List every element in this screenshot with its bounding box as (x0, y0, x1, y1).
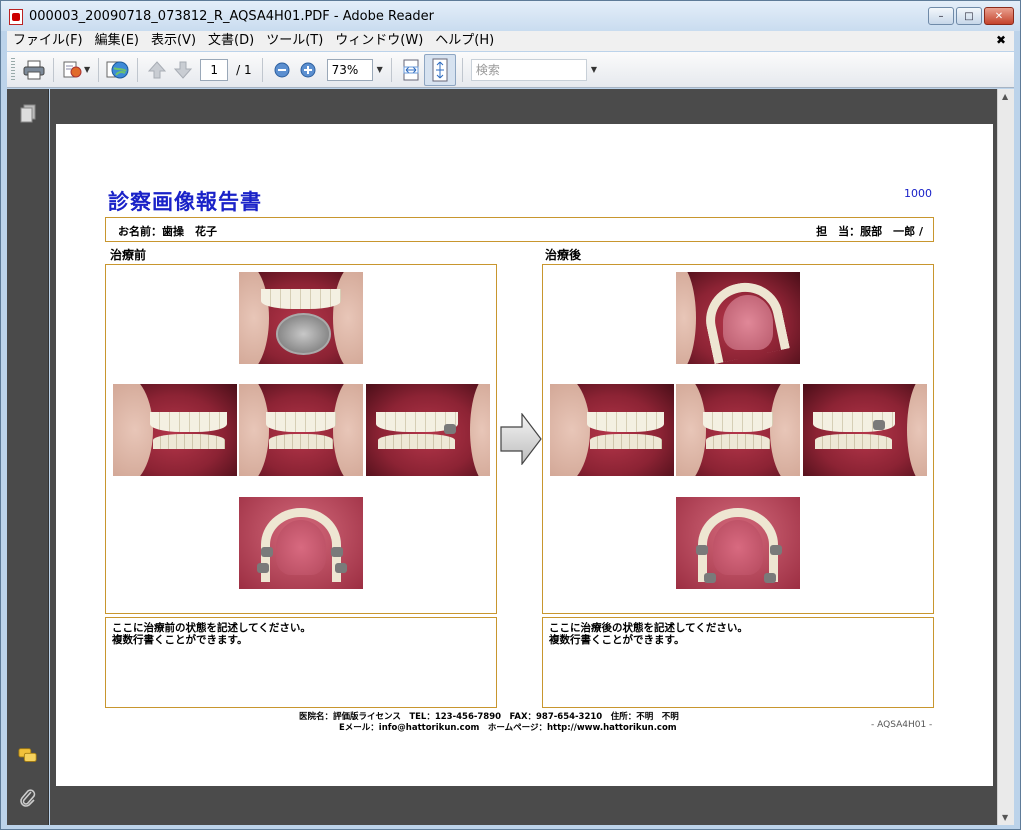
page-down-icon[interactable] (170, 57, 196, 83)
zoom-input[interactable]: 73% (326, 58, 373, 81)
before-lower-photo (239, 497, 363, 589)
page-up-icon[interactable] (144, 57, 170, 83)
before-note-line1: ここに治療前の状態を記述してください。 (112, 622, 311, 634)
zoom-dropdown-icon[interactable]: ▼ (377, 65, 383, 74)
before-note: ここに治療前の状態を記述してください。 複数行書くことができます。 (105, 617, 497, 708)
after-note: ここに治療後の状態を記述してください。 複数行書くことができます。 (542, 617, 934, 708)
pdf-page: 診察画像報告書 1000 お名前：歯操 花子 担 当：服部 一郎 / 治療前 治… (56, 124, 993, 786)
after-front-photo (676, 384, 800, 476)
report-title: 診察画像報告書 (108, 190, 262, 214)
toolbar-grip[interactable] (11, 57, 15, 82)
doctor-name: 担 当：服部 一郎 / (816, 225, 923, 238)
pages-icon[interactable] (18, 103, 38, 125)
toolbar-separator (137, 57, 139, 82)
after-note-line1: ここに治療後の状態を記述してください。 (549, 622, 748, 634)
before-upper-photo (239, 272, 363, 364)
patient-info-box: お名前：歯操 花子 担 当：服部 一郎 / (105, 217, 934, 242)
after-right-photo (550, 384, 674, 476)
toolbar: ▼ 1 / 1 73% ▼ 検索 ▼ (7, 52, 1014, 88)
before-left-photo (366, 384, 490, 476)
page-total: / 1 (236, 62, 252, 77)
search-dropdown-icon[interactable]: ▼ (591, 65, 597, 74)
menu-edit[interactable]: 編集(E) (89, 31, 145, 51)
before-right-photo (113, 384, 237, 476)
before-note-line2: 複数行書くことができます。 (112, 634, 248, 646)
print-icon[interactable] (21, 57, 47, 83)
fit-page-icon[interactable] (423, 53, 456, 86)
before-label: 治療前 (110, 248, 147, 262)
report-code: - AQSA4H01 - (871, 720, 933, 730)
vertical-scrollbar[interactable]: ▲ ▼ (997, 89, 1014, 825)
search-input[interactable]: 検索 (470, 58, 587, 81)
toolbar-separator (390, 57, 392, 82)
title-bar: 000003_20090718_073812_R_AQSA4H01.PDF - … (1, 1, 1020, 31)
globe-share-icon[interactable] (105, 57, 131, 83)
after-lower-photo (676, 497, 800, 589)
navigation-panel (7, 89, 49, 825)
patient-name: お名前：歯操 花子 (118, 225, 217, 238)
menu-document[interactable]: 文書(D) (202, 31, 260, 51)
chevron-down-icon[interactable]: ▼ (84, 65, 90, 74)
after-left-photo (803, 384, 927, 476)
app-window: 000003_20090718_073812_R_AQSA4H01.PDF - … (0, 0, 1021, 830)
pdf-icon (9, 9, 23, 25)
menu-file[interactable]: ファイル(F) (7, 31, 89, 51)
after-note-line2: 複数行書くことができます。 (549, 634, 685, 646)
scroll-down-icon[interactable]: ▼ (1002, 813, 1008, 822)
document-close-button[interactable]: ✖ (996, 33, 1006, 47)
menu-window[interactable]: ウィンドウ(W) (329, 31, 429, 51)
report-number: 1000 (904, 187, 932, 200)
after-label: 治療後 (545, 248, 582, 262)
page-number-input[interactable]: 1 (200, 58, 229, 81)
toolbar-separator (53, 57, 54, 82)
scroll-up-icon[interactable]: ▲ (1002, 92, 1008, 101)
after-photo-box (542, 264, 934, 614)
minimize-button[interactable]: – (928, 7, 954, 25)
comments-icon[interactable] (18, 745, 38, 767)
before-front-photo (239, 384, 363, 476)
attachment-icon[interactable] (18, 787, 38, 809)
window-title: 000003_20090718_073812_R_AQSA4H01.PDF - … (29, 9, 434, 24)
contact-info: Eメール：info@hattorikun.com ホームページ：http://w… (339, 723, 677, 733)
zoom-in-icon[interactable] (295, 57, 321, 83)
maximize-button[interactable]: □ (956, 7, 982, 25)
toolbar-separator (261, 57, 263, 82)
menu-help[interactable]: ヘルプ(H) (429, 31, 500, 51)
sign-icon[interactable] (60, 57, 86, 83)
toolbar-separator (461, 57, 463, 82)
before-photo-box (105, 264, 497, 614)
window-controls: – □ ✕ (928, 7, 1014, 25)
arrow-right-icon (500, 413, 542, 465)
menu-view[interactable]: 表示(V) (145, 31, 202, 51)
close-button[interactable]: ✕ (984, 7, 1014, 25)
after-upper-photo (676, 272, 800, 364)
menu-tools[interactable]: ツール(T) (260, 31, 329, 51)
toolbar-separator (98, 57, 100, 82)
menu-bar: ファイル(F) 編集(E) 表示(V) 文書(D) ツール(T) ウィンドウ(W… (7, 31, 1014, 51)
zoom-out-icon[interactable] (269, 57, 295, 83)
fit-width-icon[interactable] (398, 57, 424, 83)
